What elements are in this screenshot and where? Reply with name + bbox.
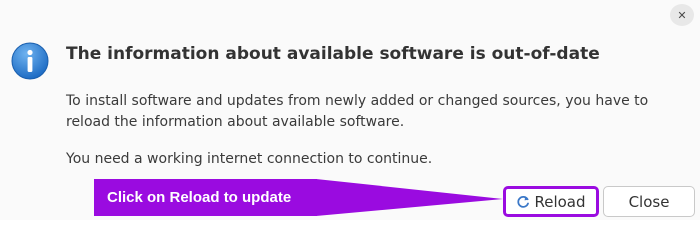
close-button-label: Close <box>628 192 670 211</box>
dialog-message: To install software and updates from new… <box>66 93 649 130</box>
window-close-button[interactable]: ✕ <box>670 4 694 26</box>
tutorial-callout: Click on Reload to update <box>94 179 317 216</box>
reload-button[interactable]: Reload <box>503 186 599 217</box>
close-button[interactable]: Close <box>603 186 695 217</box>
info-icon <box>11 42 49 80</box>
reload-icon <box>517 195 530 208</box>
dialog-title: The information about available software… <box>66 44 600 64</box>
update-dialog: ✕ The information about available softwa… <box>0 0 700 220</box>
close-icon: ✕ <box>677 8 687 22</box>
dialog-requirement-note: You need a working internet connection t… <box>66 151 433 167</box>
callout-text: Click on Reload to update <box>107 189 292 206</box>
reload-button-label: Reload <box>534 192 586 211</box>
